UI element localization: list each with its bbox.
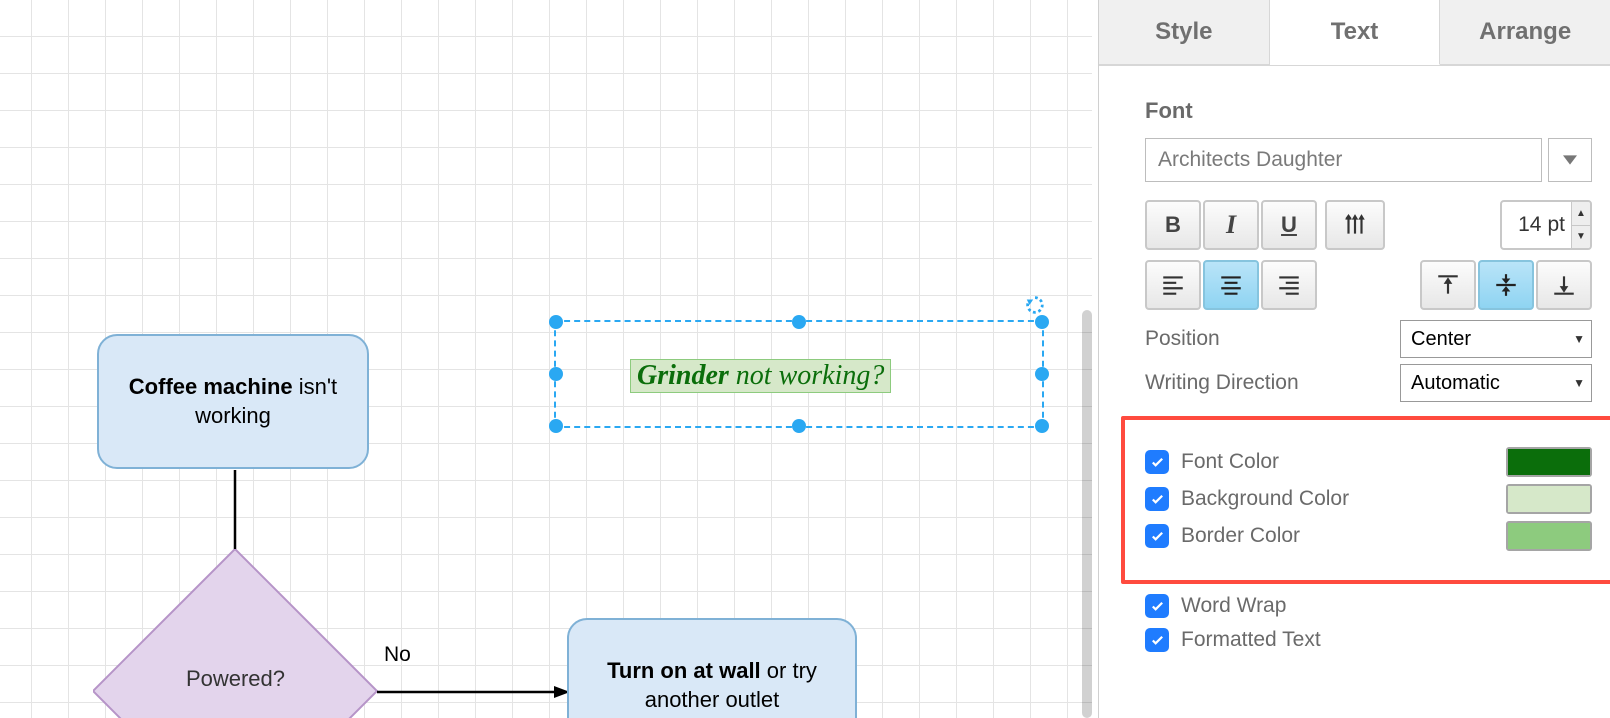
border-color-checkbox[interactable] <box>1145 524 1169 548</box>
position-label: Position <box>1145 327 1220 351</box>
font-color-swatch-inner <box>1508 449 1590 475</box>
node-coffee-machine-bold: Coffee machine <box>129 374 293 399</box>
edge-powered-to-turnon <box>377 686 577 706</box>
canvas-scrollbar[interactable] <box>1082 310 1092 718</box>
italic-button[interactable]: I <box>1203 200 1259 250</box>
node-turn-on[interactable]: Turn on at wall or try another outlet <box>567 618 857 718</box>
edge-label-no[interactable]: No <box>384 643 411 667</box>
formatted-text-checkbox[interactable] <box>1145 628 1169 652</box>
font-family-select[interactable]: Architects Daughter <box>1145 138 1542 182</box>
tab-style[interactable]: Style <box>1099 0 1270 65</box>
node-powered-decision[interactable]: Powered? <box>93 549 378 718</box>
node-coffee-machine[interactable]: Coffee machine isn't working <box>97 334 369 469</box>
align-right-button[interactable] <box>1261 260 1317 310</box>
drawing-canvas[interactable]: Coffee machine isn't working Powered? No… <box>0 0 1092 718</box>
border-color-swatch[interactable] <box>1506 521 1592 551</box>
position-value: Center <box>1411 328 1471 351</box>
word-wrap-label: Word Wrap <box>1181 594 1286 618</box>
format-panel: Style Text Arrange Font Architects Daugh… <box>1098 0 1610 718</box>
chevron-down-icon: ▼ <box>1573 376 1585 390</box>
node-grinder-text[interactable]: Grinder not working? <box>630 359 891 393</box>
font-color-checkbox[interactable] <box>1145 450 1169 474</box>
font-size-stepper[interactable]: 14 pt ▲ ▼ <box>1500 200 1592 250</box>
tab-arrange[interactable]: Arrange <box>1440 0 1610 65</box>
rotate-handle[interactable] <box>1024 294 1046 316</box>
valign-bottom-button[interactable] <box>1536 260 1592 310</box>
node-grinder-bold: Grinder <box>637 360 729 391</box>
align-center-button[interactable] <box>1203 260 1259 310</box>
resize-handle-sw[interactable] <box>549 419 563 433</box>
position-select[interactable]: Center ▼ <box>1400 320 1592 358</box>
font-color-swatch[interactable] <box>1506 447 1592 477</box>
font-colors-highlight: Font Color Background Color <box>1121 416 1610 584</box>
formatted-text-label: Formatted Text <box>1181 628 1321 652</box>
font-size-up[interactable]: ▲ <box>1572 202 1590 226</box>
resize-handle-e[interactable] <box>1035 367 1049 381</box>
font-color-label: Font Color <box>1181 450 1279 474</box>
bold-button[interactable]: B <box>1145 200 1201 250</box>
resize-handle-se[interactable] <box>1035 419 1049 433</box>
font-size-down[interactable]: ▼ <box>1572 226 1590 249</box>
panel-tabs: Style Text Arrange <box>1099 0 1610 66</box>
chevron-down-icon: ▼ <box>1573 332 1585 346</box>
word-wrap-checkbox[interactable] <box>1145 594 1169 618</box>
border-color-swatch-inner <box>1508 523 1590 549</box>
resize-handle-ne[interactable] <box>1035 315 1049 329</box>
background-color-label: Background Color <box>1181 487 1349 511</box>
font-size-unit: pt <box>1547 213 1571 237</box>
font-section-heading: Font <box>1145 98 1592 124</box>
font-family-dropdown[interactable] <box>1548 138 1592 182</box>
valign-top-button[interactable] <box>1420 260 1476 310</box>
writing-direction-value: Automatic <box>1411 372 1500 395</box>
resize-handle-n[interactable] <box>792 315 806 329</box>
border-color-label: Border Color <box>1181 524 1300 548</box>
underline-button[interactable]: U <box>1261 200 1317 250</box>
node-turn-on-bold: Turn on at wall <box>607 658 761 683</box>
resize-handle-nw[interactable] <box>549 315 563 329</box>
node-grinder-rest: not working? <box>729 360 885 391</box>
background-color-swatch[interactable] <box>1506 484 1592 514</box>
writing-direction-select[interactable]: Automatic ▼ <box>1400 364 1592 402</box>
background-color-checkbox[interactable] <box>1145 487 1169 511</box>
font-size-value: 14 <box>1502 213 1547 237</box>
vertical-text-button[interactable] <box>1325 200 1385 250</box>
resize-handle-w[interactable] <box>549 367 563 381</box>
writing-direction-label: Writing Direction <box>1145 371 1299 395</box>
resize-handle-s[interactable] <box>792 419 806 433</box>
node-powered-label: Powered? <box>93 666 378 692</box>
align-left-button[interactable] <box>1145 260 1201 310</box>
valign-middle-button[interactable] <box>1478 260 1534 310</box>
font-family-value: Architects Daughter <box>1158 148 1342 172</box>
tab-text[interactable]: Text <box>1270 0 1441 65</box>
background-color-swatch-inner <box>1508 486 1590 512</box>
